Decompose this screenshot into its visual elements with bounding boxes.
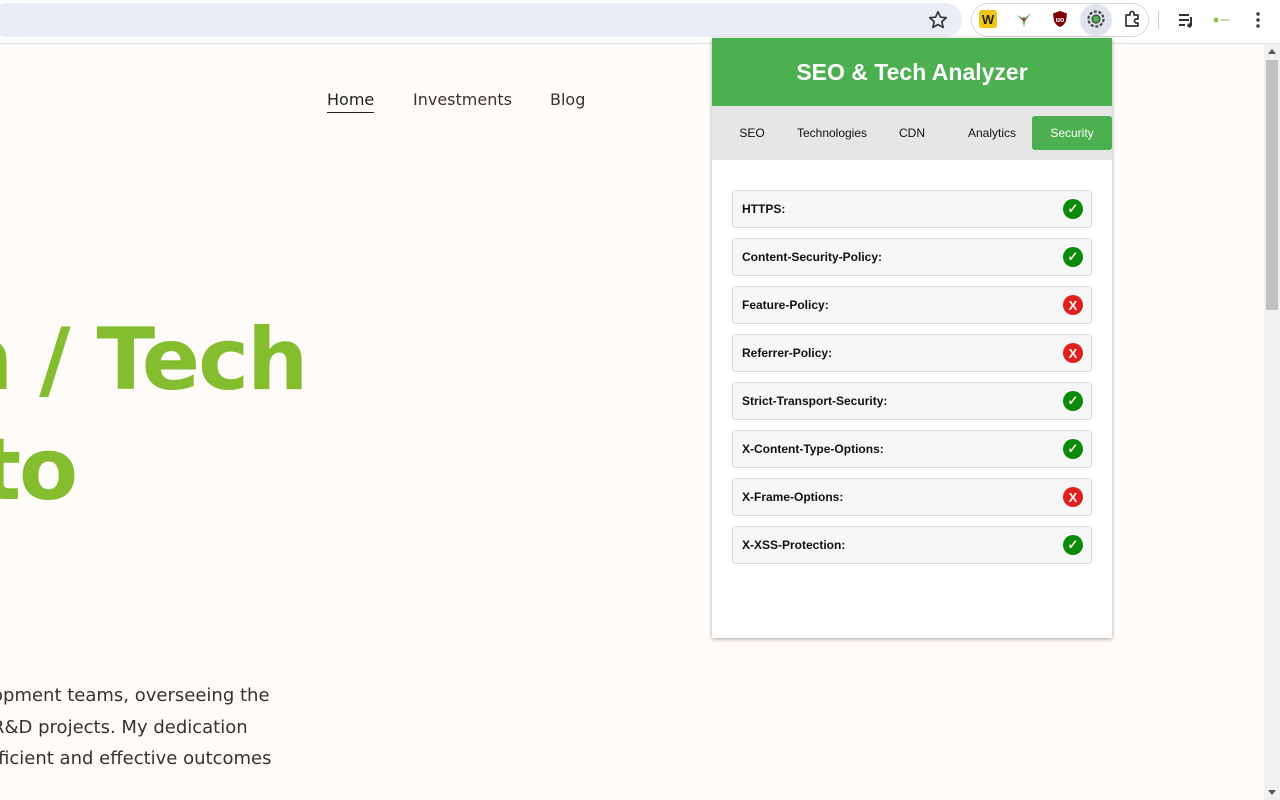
- para-line-2: R&D projects. My dedication: [0, 716, 248, 738]
- check-label: Referrer-Policy:: [742, 346, 833, 360]
- check-row: X-Frame-Options: X: [732, 478, 1092, 516]
- svg-text:uo: uo: [1056, 17, 1065, 24]
- para-line-3: fficient and effective outcomes: [0, 748, 272, 769]
- scroll-down-arrow[interactable]: [1268, 790, 1276, 795]
- check-fail-icon: X: [1063, 343, 1083, 363]
- media-queue-icon[interactable]: [1176, 10, 1196, 30]
- check-fail-icon: X: [1063, 487, 1083, 507]
- check-pass-icon: ✓: [1063, 199, 1083, 219]
- check-row: X-XSS-Protection: ✓: [732, 526, 1092, 564]
- check-row: Referrer-Policy: X: [732, 334, 1092, 372]
- check-label: Feature-Policy:: [742, 298, 829, 312]
- tab-technologies[interactable]: Technologies: [792, 116, 872, 150]
- star-icon[interactable]: [927, 9, 949, 31]
- toolbar-separator: [1158, 11, 1159, 29]
- wappalyzer-icon[interactable]: W: [978, 9, 998, 29]
- svg-text:W: W: [982, 12, 995, 27]
- check-label: Strict-Transport-Security:: [742, 394, 888, 408]
- check-pass-icon: ✓: [1063, 247, 1083, 267]
- check-pass-icon: ✓: [1063, 391, 1083, 411]
- scrollbar-thumb[interactable]: [1266, 60, 1278, 310]
- tab-analytics[interactable]: Analytics: [952, 116, 1032, 150]
- tab-cdn[interactable]: CDN: [872, 116, 952, 150]
- check-label: X-Content-Type-Options:: [742, 442, 884, 456]
- nav-home[interactable]: Home: [327, 90, 375, 113]
- hero-heading: n / Tech to: [0, 305, 308, 525]
- check-label: X-XSS-Protection:: [742, 538, 846, 552]
- popup-tabs: SEO Technologies CDN Analytics Security: [712, 106, 1112, 160]
- bird-icon[interactable]: [1014, 9, 1034, 29]
- intro-paragraph: opment teams, overseeing the R&D project…: [0, 680, 271, 775]
- check-pass-icon: ✓: [1063, 535, 1083, 555]
- ublock-icon[interactable]: uo: [1050, 9, 1070, 29]
- nav-investments[interactable]: Investments: [413, 90, 512, 109]
- check-label: X-Frame-Options:: [742, 490, 844, 504]
- check-row: Content-Security-Policy: ✓: [732, 238, 1092, 276]
- puzzle-icon[interactable]: [1122, 9, 1142, 29]
- check-row: Strict-Transport-Security: ✓: [732, 382, 1092, 420]
- gear-icon[interactable]: [1086, 9, 1106, 29]
- popup-title: SEO & Tech Analyzer: [712, 38, 1112, 106]
- hero-line-2: to: [0, 420, 78, 520]
- check-label: Content-Security-Policy:: [742, 250, 883, 264]
- nav-blog[interactable]: Blog: [550, 90, 585, 109]
- seo-analyzer-popup: SEO & Tech Analyzer SEO Technologies CDN…: [712, 38, 1112, 638]
- check-label: HTTPS:: [742, 202, 786, 216]
- security-checks-list: HTTPS: ✓ Content-Security-Policy: ✓ Feature-…: [732, 190, 1092, 574]
- tab-security[interactable]: Security: [1032, 116, 1112, 150]
- check-row: HTTPS: ✓: [732, 190, 1092, 228]
- more-icon[interactable]: [1248, 10, 1268, 30]
- hero-line-1: n / Tech: [0, 310, 308, 410]
- check-fail-icon: X: [1063, 295, 1083, 315]
- tab-seo[interactable]: SEO: [712, 116, 792, 150]
- para-line-1: opment teams, overseeing the: [0, 685, 270, 706]
- check-pass-icon: ✓: [1063, 439, 1083, 459]
- site-nav: Home Investments Blog: [0, 90, 700, 120]
- profile-icon[interactable]: [1211, 10, 1231, 30]
- scroll-up-arrow[interactable]: [1268, 49, 1276, 54]
- address-bar[interactable]: [0, 3, 962, 37]
- check-row: Feature-Policy: X: [732, 286, 1092, 324]
- check-row: X-Content-Type-Options: ✓: [732, 430, 1092, 468]
